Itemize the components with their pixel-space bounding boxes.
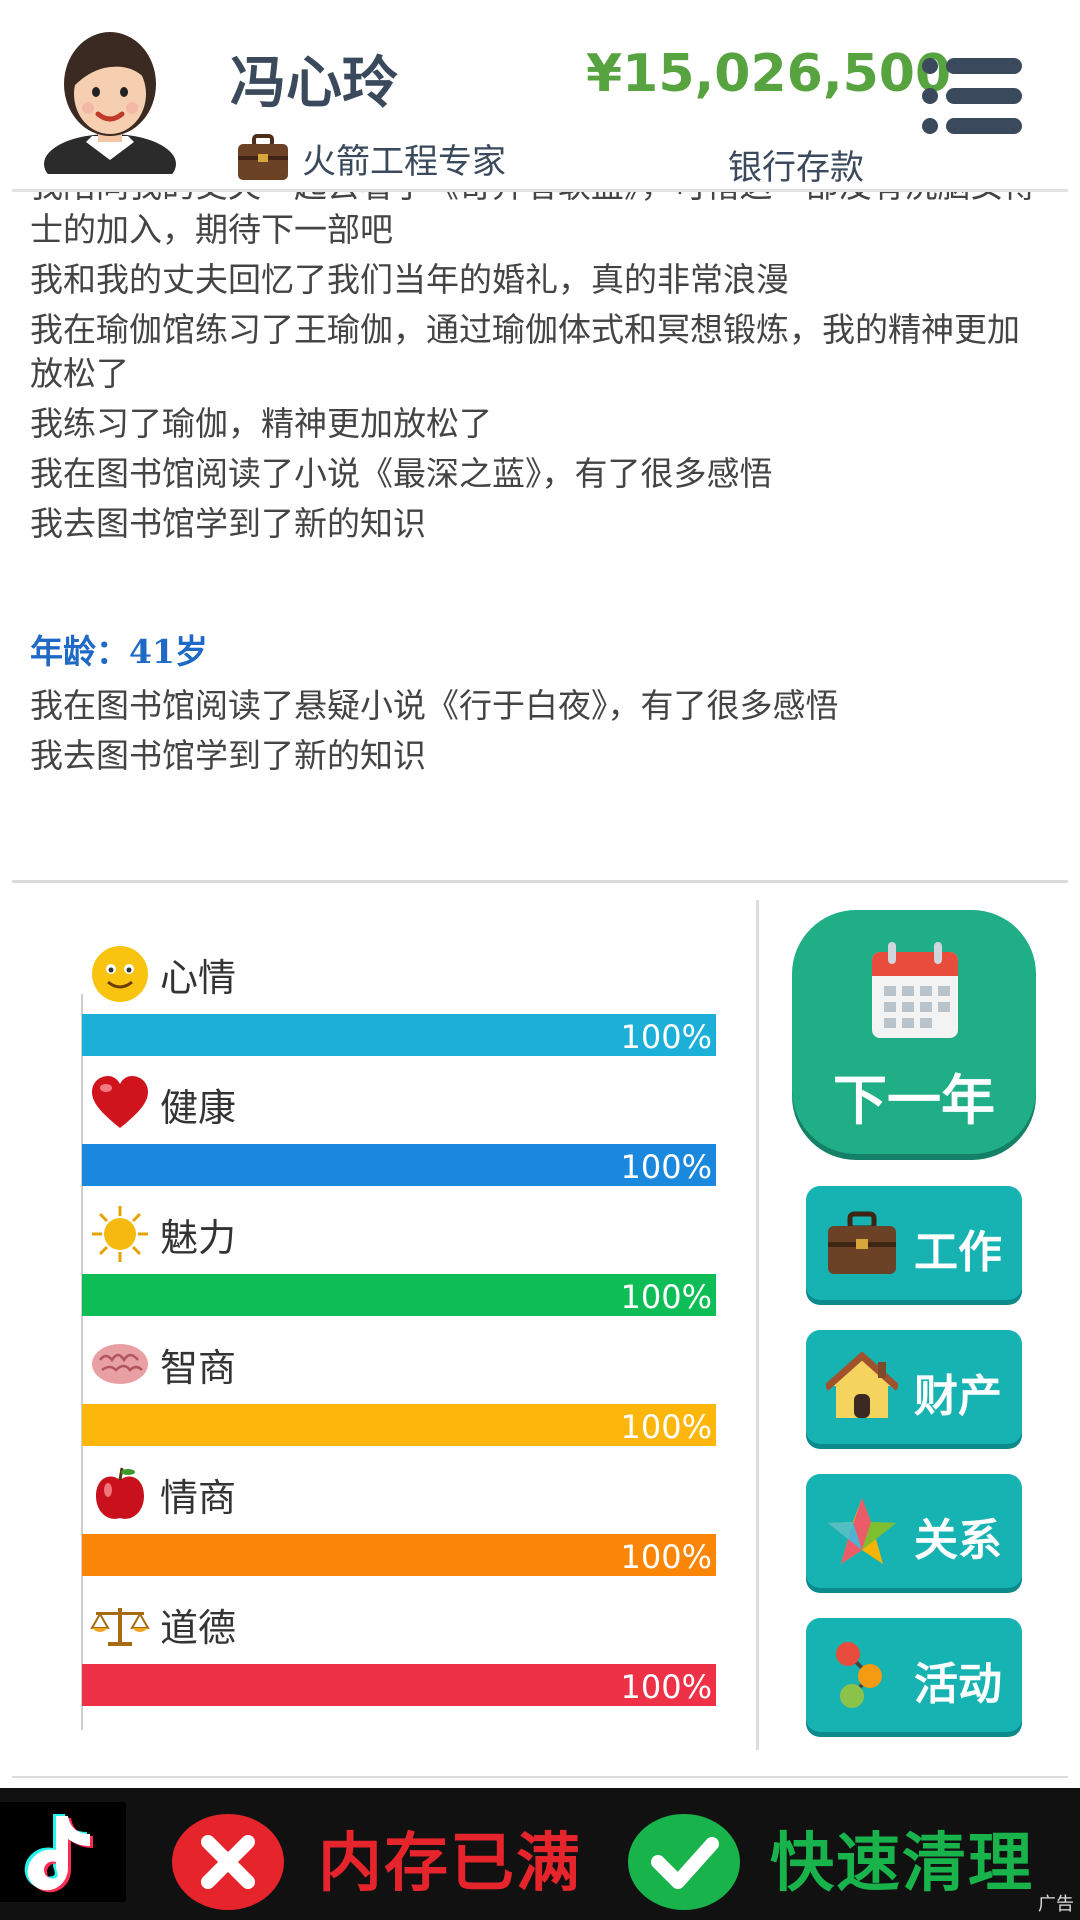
calendar-icon [870, 940, 960, 1040]
ad-text-quick-clean: 快速清理 [770, 1827, 1034, 1901]
log-entry: 我陪同我的丈夫一起去看了《奇异者联盟》，可惜这一部没有洗脑女博士的加入，期待下一… [30, 192, 1037, 249]
stat-percent: 100% [620, 1018, 712, 1056]
relations-label: 关系 [914, 1515, 1002, 1566]
brain-icon [90, 1334, 150, 1394]
log-entry: 我练习了瑜伽，精神更加放松了 [30, 404, 492, 443]
scales-icon [90, 1594, 150, 1654]
activities-button[interactable]: 活动 [806, 1618, 1022, 1732]
player-name: 冯心玲 [230, 51, 398, 116]
stat-health: 健康 100% [80, 1060, 716, 1190]
stat-morality: 道德 100% [80, 1580, 716, 1710]
bank-balance: ¥15,026,500 [586, 44, 952, 104]
panel-divider [756, 900, 759, 1750]
ad-tag: 广告 [1038, 1894, 1074, 1915]
stat-percent: 100% [620, 1538, 712, 1576]
stat-percent: 100% [620, 1408, 712, 1446]
apple-icon [90, 1464, 150, 1524]
next-year-label: 下一年 [833, 1069, 995, 1132]
bottom-divider [12, 1776, 1068, 1778]
work-button[interactable]: 工作 [806, 1186, 1022, 1300]
log-entry: 我在图书馆阅读了小说《最深之蓝》，有了很多感悟 [30, 454, 773, 493]
age-heading: 年龄：41岁 [30, 632, 208, 671]
star-icon [826, 1496, 898, 1566]
work-label: 工作 [914, 1227, 1002, 1278]
activities-label: 活动 [914, 1659, 1002, 1710]
log-entry: 我在图书馆阅读了悬疑小说《行于白夜》，有了很多感悟 [30, 686, 839, 725]
close-x-icon [170, 1812, 286, 1912]
stat-percent: 100% [620, 1278, 712, 1316]
stat-bar: 100% [82, 1534, 716, 1576]
stat-percent: 100% [620, 1148, 712, 1186]
smiley-icon [90, 944, 150, 1004]
sun-icon [90, 1204, 150, 1264]
stat-mood: 心情 100% [80, 930, 716, 1060]
check-icon [626, 1812, 742, 1912]
ad-banner[interactable]: 内存已满 快速清理 广告 [0, 1788, 1080, 1920]
property-button[interactable]: 财产 [806, 1330, 1022, 1444]
log-divider [12, 880, 1068, 883]
log-entry: 我去图书馆学到了新的知识 [30, 504, 426, 543]
avatar[interactable] [40, 14, 180, 194]
job-info: 火箭工程专家 [236, 128, 506, 188]
heart-icon [90, 1074, 150, 1134]
stat-bar: 100% [82, 1144, 716, 1186]
stat-bar: 100% [82, 1274, 716, 1316]
header: 冯心玲 火箭工程专家 ¥15,026,500 银行存款 [0, 0, 1080, 194]
stat-bar: 100% [82, 1404, 716, 1446]
stat-eq: 情商 100% [80, 1450, 716, 1580]
stat-label: 健康 [160, 1085, 237, 1130]
stat-iq: 智商 100% [80, 1320, 716, 1450]
activities-icon [826, 1640, 898, 1710]
relations-button[interactable]: 关系 [806, 1474, 1022, 1588]
stat-label: 心情 [160, 955, 237, 1000]
briefcase-icon [236, 134, 290, 182]
stat-label: 情商 [160, 1475, 237, 1520]
next-year-button[interactable]: 下一年 [792, 910, 1036, 1154]
tiktok-logo-icon [0, 1802, 126, 1902]
house-icon [823, 1351, 901, 1422]
stats-panel: 心情 100% 健康 100% 魅力 100% 智商 100% 情商 100% … [80, 930, 720, 1710]
ad-text-memory-full: 内存已满 [318, 1827, 582, 1901]
briefcase-icon [826, 1208, 898, 1278]
stat-label: 智商 [160, 1345, 237, 1390]
stat-charm: 魅力 100% [80, 1190, 716, 1320]
job-title: 火箭工程专家 [302, 141, 506, 182]
stat-label: 道德 [160, 1605, 237, 1650]
bank-label: 银行存款 [728, 148, 864, 188]
menu-icon [922, 58, 1022, 134]
log-entry: 我去图书馆学到了新的知识 [30, 736, 426, 775]
stat-label: 魅力 [160, 1215, 237, 1260]
log-entry: 我和我的丈夫回忆了我们当年的婚礼，真的非常浪漫 [30, 260, 789, 299]
property-label: 财产 [914, 1371, 1002, 1422]
log-entry: 我在瑜伽馆练习了王瑜伽，通过瑜伽体式和冥想锻炼，我的精神更加放松了 [30, 310, 1020, 393]
menu-button[interactable] [920, 56, 1024, 136]
stat-bar: 100% [82, 1664, 716, 1706]
stat-bar: 100% [82, 1014, 716, 1056]
event-log[interactable]: 我陪同我的丈夫一起去看了《奇异者联盟》，可惜这一部没有洗脑女博士的加入，期待下一… [12, 192, 1068, 880]
stat-percent: 100% [620, 1668, 712, 1706]
